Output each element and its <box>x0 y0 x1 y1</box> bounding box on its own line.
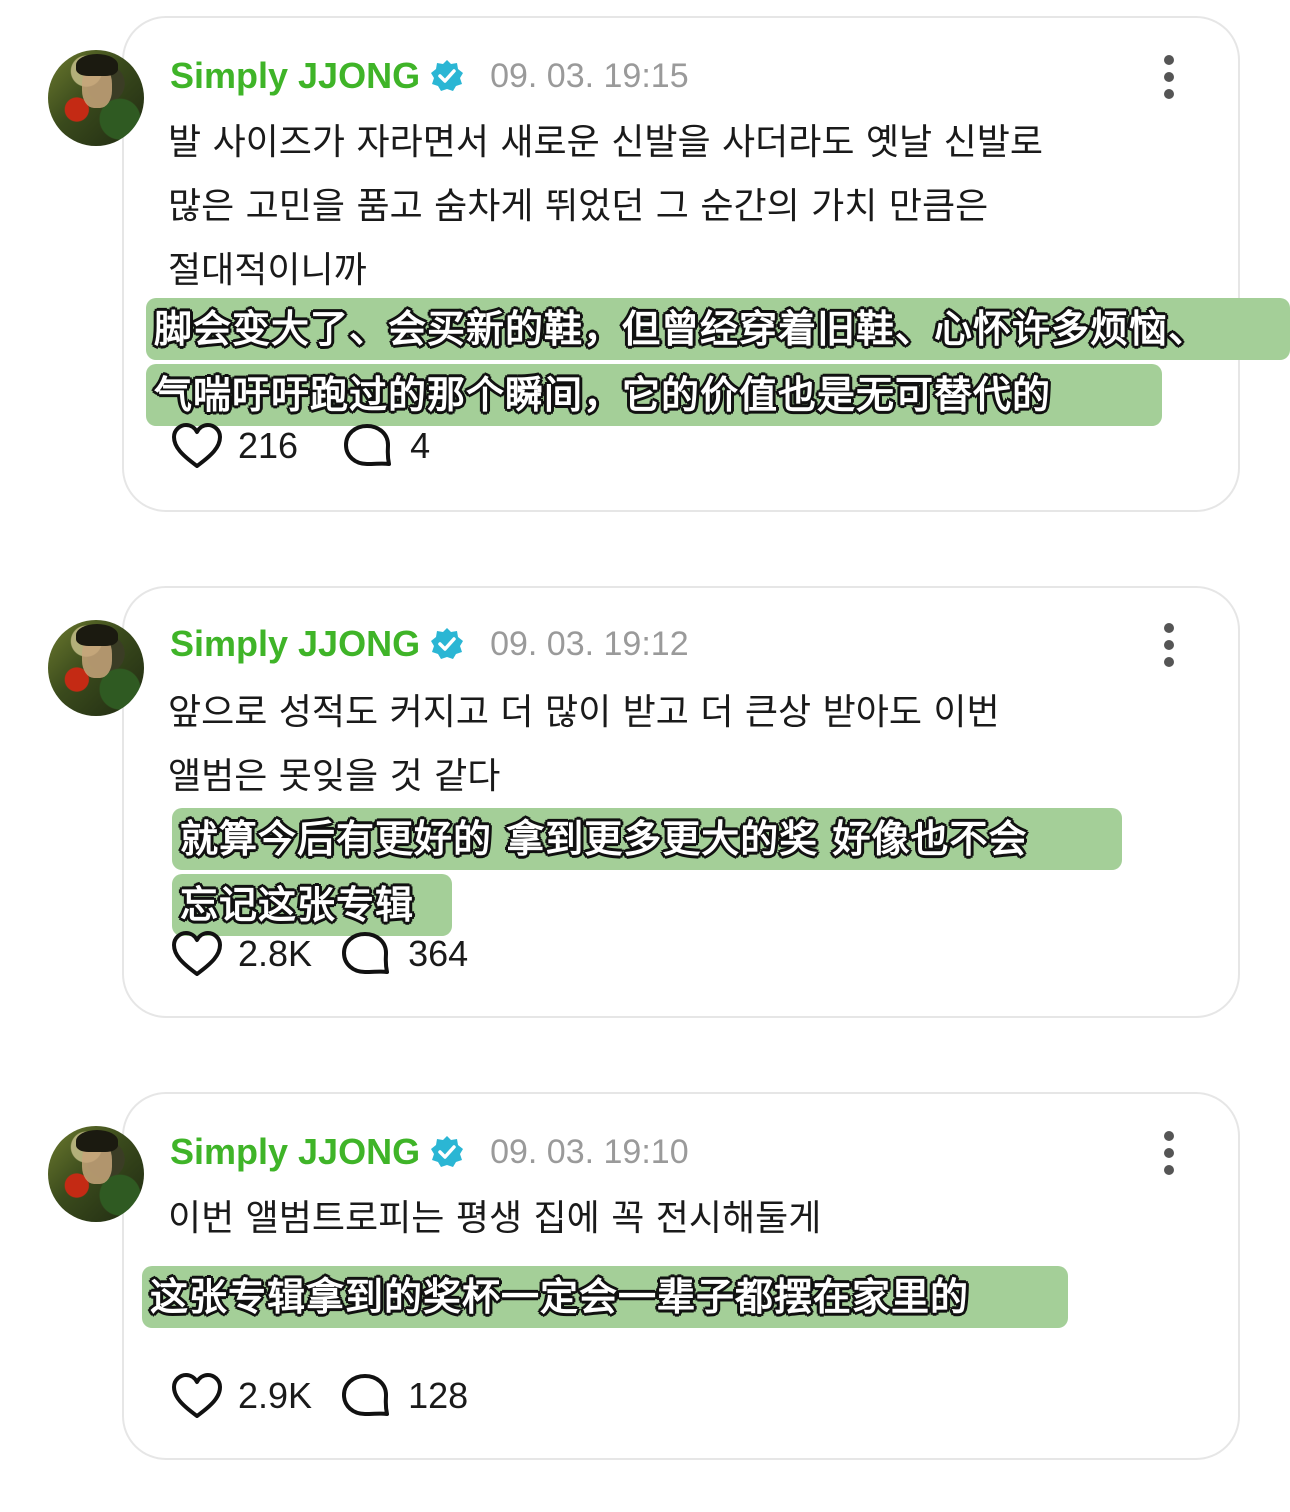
post-header: Simply JJONG 09. 03. 19:15 <box>170 54 689 98</box>
comment-bubble-icon[interactable] <box>340 930 394 978</box>
post-actions: 216 4 <box>170 422 430 470</box>
post-body-line: 절대적이니까 <box>168 250 367 291</box>
comment-bubble-icon[interactable] <box>342 422 396 470</box>
verified-badge-icon <box>431 60 464 91</box>
subtitle-line: 就算今后有更好的 拿到更多更大的奖 好像也不会 <box>172 808 1122 870</box>
avatar[interactable] <box>48 620 144 716</box>
reply-count: 4 <box>410 425 431 466</box>
more-vertical-icon[interactable] <box>1156 54 1182 100</box>
post-actions: 2.8K 364 <box>170 930 468 978</box>
post-header: Simply JJONG 09. 03. 19:10 <box>170 1130 689 1174</box>
post-timestamp: 09. 03. 19:15 <box>490 56 689 95</box>
post-body-line: 앞으로 성적도 커지고 더 많이 받고 더 큰상 받아도 이번 <box>168 692 1000 733</box>
subtitle-line: 脚会变大了、会买新的鞋，但曾经穿着旧鞋、心怀许多烦恼、 <box>146 298 1290 360</box>
post-body-line: 앨범은 못잊을 것 같다 <box>168 756 501 797</box>
reply-count: 364 <box>408 933 469 974</box>
heart-icon[interactable] <box>170 1372 224 1420</box>
subtitle-line: 气喘吁吁跑过的那个瞬间，它的价值也是无可替代的 <box>146 364 1162 426</box>
heart-icon[interactable] <box>170 422 224 470</box>
post-body-line: 발 사이즈가 자라면서 새로운 신발을 사더라도 옛날 신발로 <box>168 122 1043 163</box>
more-vertical-icon[interactable] <box>1156 622 1182 668</box>
comment-bubble-icon[interactable] <box>340 1372 394 1420</box>
like-count: 216 <box>238 425 299 466</box>
post-body-line: 이번 앨범트로피는 평생 집에 꼭 전시해둘게 <box>168 1198 822 1239</box>
verified-badge-icon <box>431 628 464 659</box>
avatar[interactable] <box>48 50 144 146</box>
avatar[interactable] <box>48 1126 144 1222</box>
post-body-line: 많은 고민을 품고 숨차게 뛰었던 그 순간의 가치 만큼은 <box>168 186 989 227</box>
reply-count: 128 <box>408 1375 469 1416</box>
like-count: 2.9K <box>238 1375 313 1416</box>
author-name[interactable]: Simply JJONG <box>170 55 420 97</box>
post-timestamp: 09. 03. 19:10 <box>490 1132 689 1171</box>
like-count: 2.8K <box>238 933 313 974</box>
post-actions: 2.9K 128 <box>170 1372 468 1420</box>
verified-badge-icon <box>431 1136 464 1167</box>
more-vertical-icon[interactable] <box>1156 1130 1182 1176</box>
post-timestamp: 09. 03. 19:12 <box>490 624 689 663</box>
author-name[interactable]: Simply JJONG <box>170 623 420 665</box>
heart-icon[interactable] <box>170 930 224 978</box>
subtitle-line: 这张专辑拿到的奖杯一定会一辈子都摆在家里的 <box>142 1266 1068 1328</box>
author-name[interactable]: Simply JJONG <box>170 1131 420 1173</box>
post-header: Simply JJONG 09. 03. 19:12 <box>170 622 689 666</box>
subtitle-line: 忘记这张专辑 <box>172 874 452 936</box>
